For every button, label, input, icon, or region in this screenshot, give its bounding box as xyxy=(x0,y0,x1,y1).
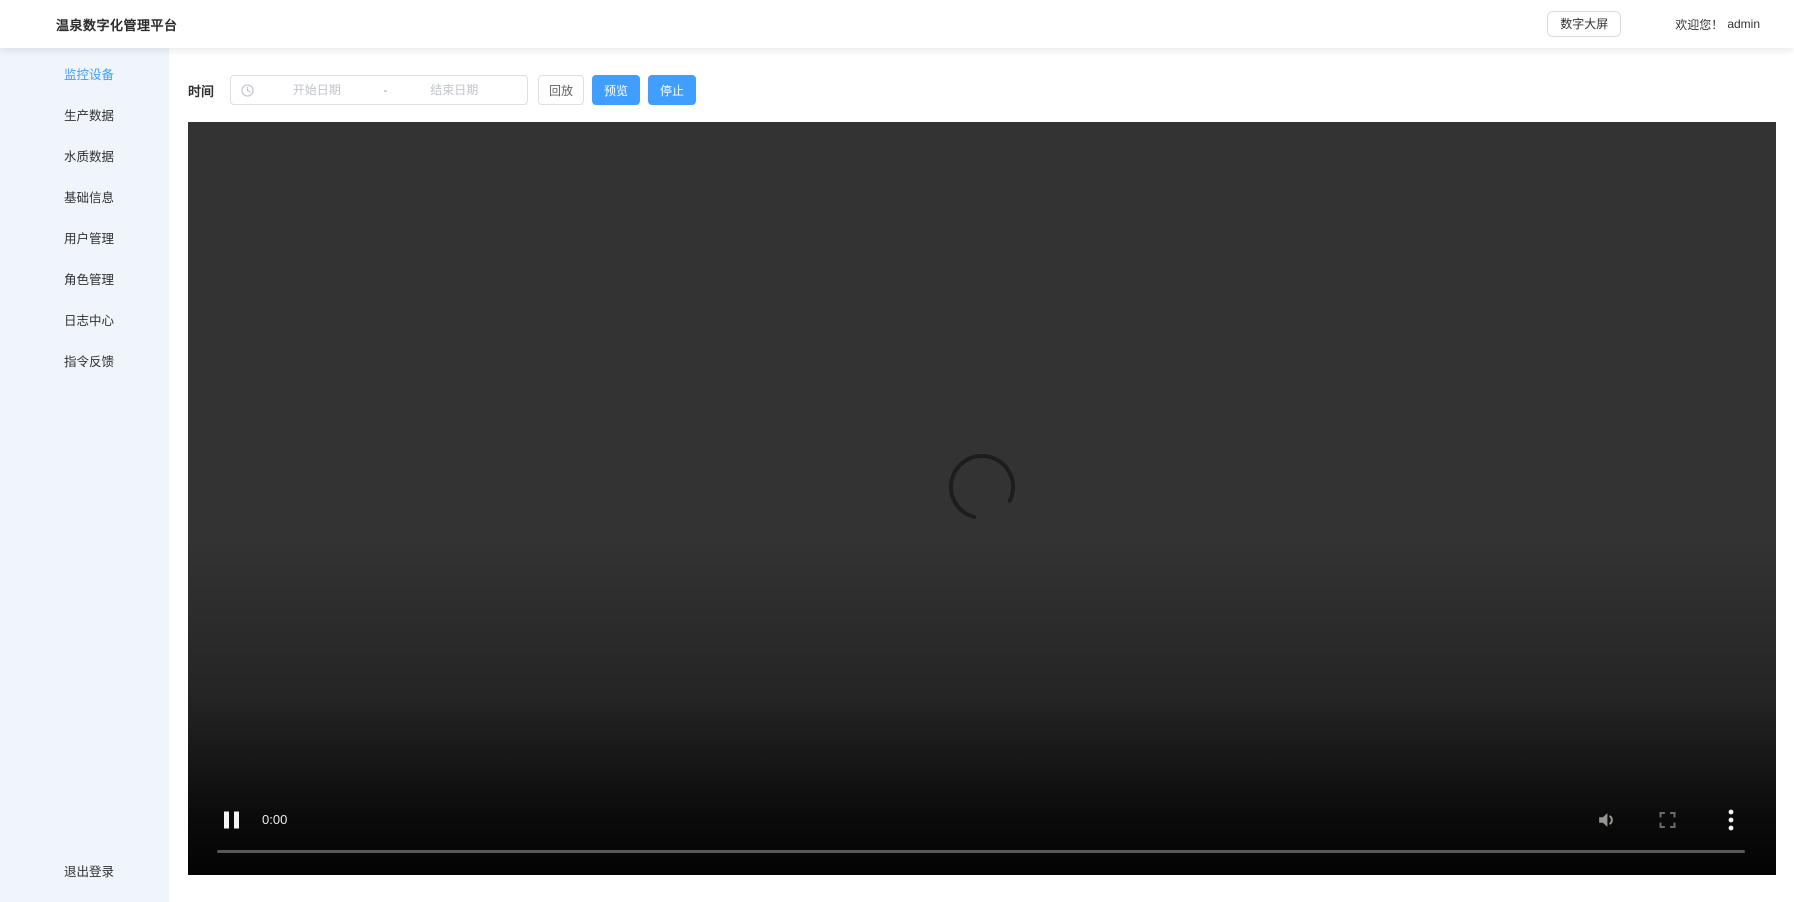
sidebar-item-basic-info[interactable]: 基础信息 xyxy=(0,178,169,219)
preview-button[interactable]: 预览 xyxy=(592,75,641,105)
header-right: 数字大屏 欢迎您！ admin xyxy=(1547,11,1760,37)
logout-button[interactable]: 退出登录 xyxy=(0,861,169,880)
welcome-text: 欢迎您！ xyxy=(1675,17,1724,32)
range-separator: - xyxy=(383,83,388,97)
sidebar-item-production-data[interactable]: 生产数据 xyxy=(0,96,169,137)
fullscreen-icon xyxy=(1659,811,1676,829)
digital-screen-button[interactable]: 数字大屏 xyxy=(1547,11,1622,37)
three-dot-menu-icon xyxy=(1728,809,1734,831)
sidebar-item-water-quality-data[interactable]: 水质数据 xyxy=(0,137,169,178)
welcome-block: 欢迎您！ admin xyxy=(1675,16,1760,33)
app-header: 温泉数字化管理平台 数字大屏 欢迎您！ admin xyxy=(0,0,1794,48)
sidebar-item-user-management[interactable]: 用户管理 xyxy=(0,219,169,260)
sidebar-item-command-feedback[interactable]: 指令反馈 xyxy=(0,342,169,383)
volume-button[interactable] xyxy=(1595,809,1618,831)
volume-icon xyxy=(1599,813,1613,827)
start-date-input[interactable] xyxy=(254,83,380,97)
sidebar: 监控设备 生产数据 水质数据 基础信息 用户管理 角色管理 日志中心 指令反馈 … xyxy=(0,48,169,902)
username: admin xyxy=(1727,17,1760,31)
pause-button[interactable] xyxy=(224,811,239,829)
pause-icon xyxy=(224,811,229,829)
sidebar-item-monitoring-devices[interactable]: 监控设备 xyxy=(0,55,169,96)
end-date-input[interactable] xyxy=(391,83,518,97)
video-progress-bar[interactable] xyxy=(217,850,1745,853)
current-time: 0:00 xyxy=(262,812,288,827)
stop-button[interactable]: 停止 xyxy=(648,75,697,105)
time-label: 时间 xyxy=(188,83,215,99)
sidebar-item-log-center[interactable]: 日志中心 xyxy=(0,301,169,342)
toolbar: 时间 - 回放 预览 停止 xyxy=(188,75,697,105)
video-player[interactable]: 0:00 xyxy=(188,122,1776,875)
fullscreen-button[interactable] xyxy=(1657,810,1678,831)
video-controls-bar: 0:00 xyxy=(188,804,1776,836)
loading-spinner xyxy=(948,453,1015,520)
sidebar-item-role-management[interactable]: 角色管理 xyxy=(0,260,169,301)
overflow-menu-button[interactable] xyxy=(1725,808,1737,832)
date-range-picker[interactable]: - xyxy=(230,75,529,105)
main-content: 时间 - 回放 预览 停止 0:00 xyxy=(169,48,1794,902)
playback-button[interactable]: 回放 xyxy=(538,75,585,105)
clock-icon xyxy=(241,83,254,97)
sidebar-nav: 监控设备 生产数据 水质数据 基础信息 用户管理 角色管理 日志中心 指令反馈 xyxy=(0,48,169,383)
app-title: 温泉数字化管理平台 xyxy=(56,17,178,33)
